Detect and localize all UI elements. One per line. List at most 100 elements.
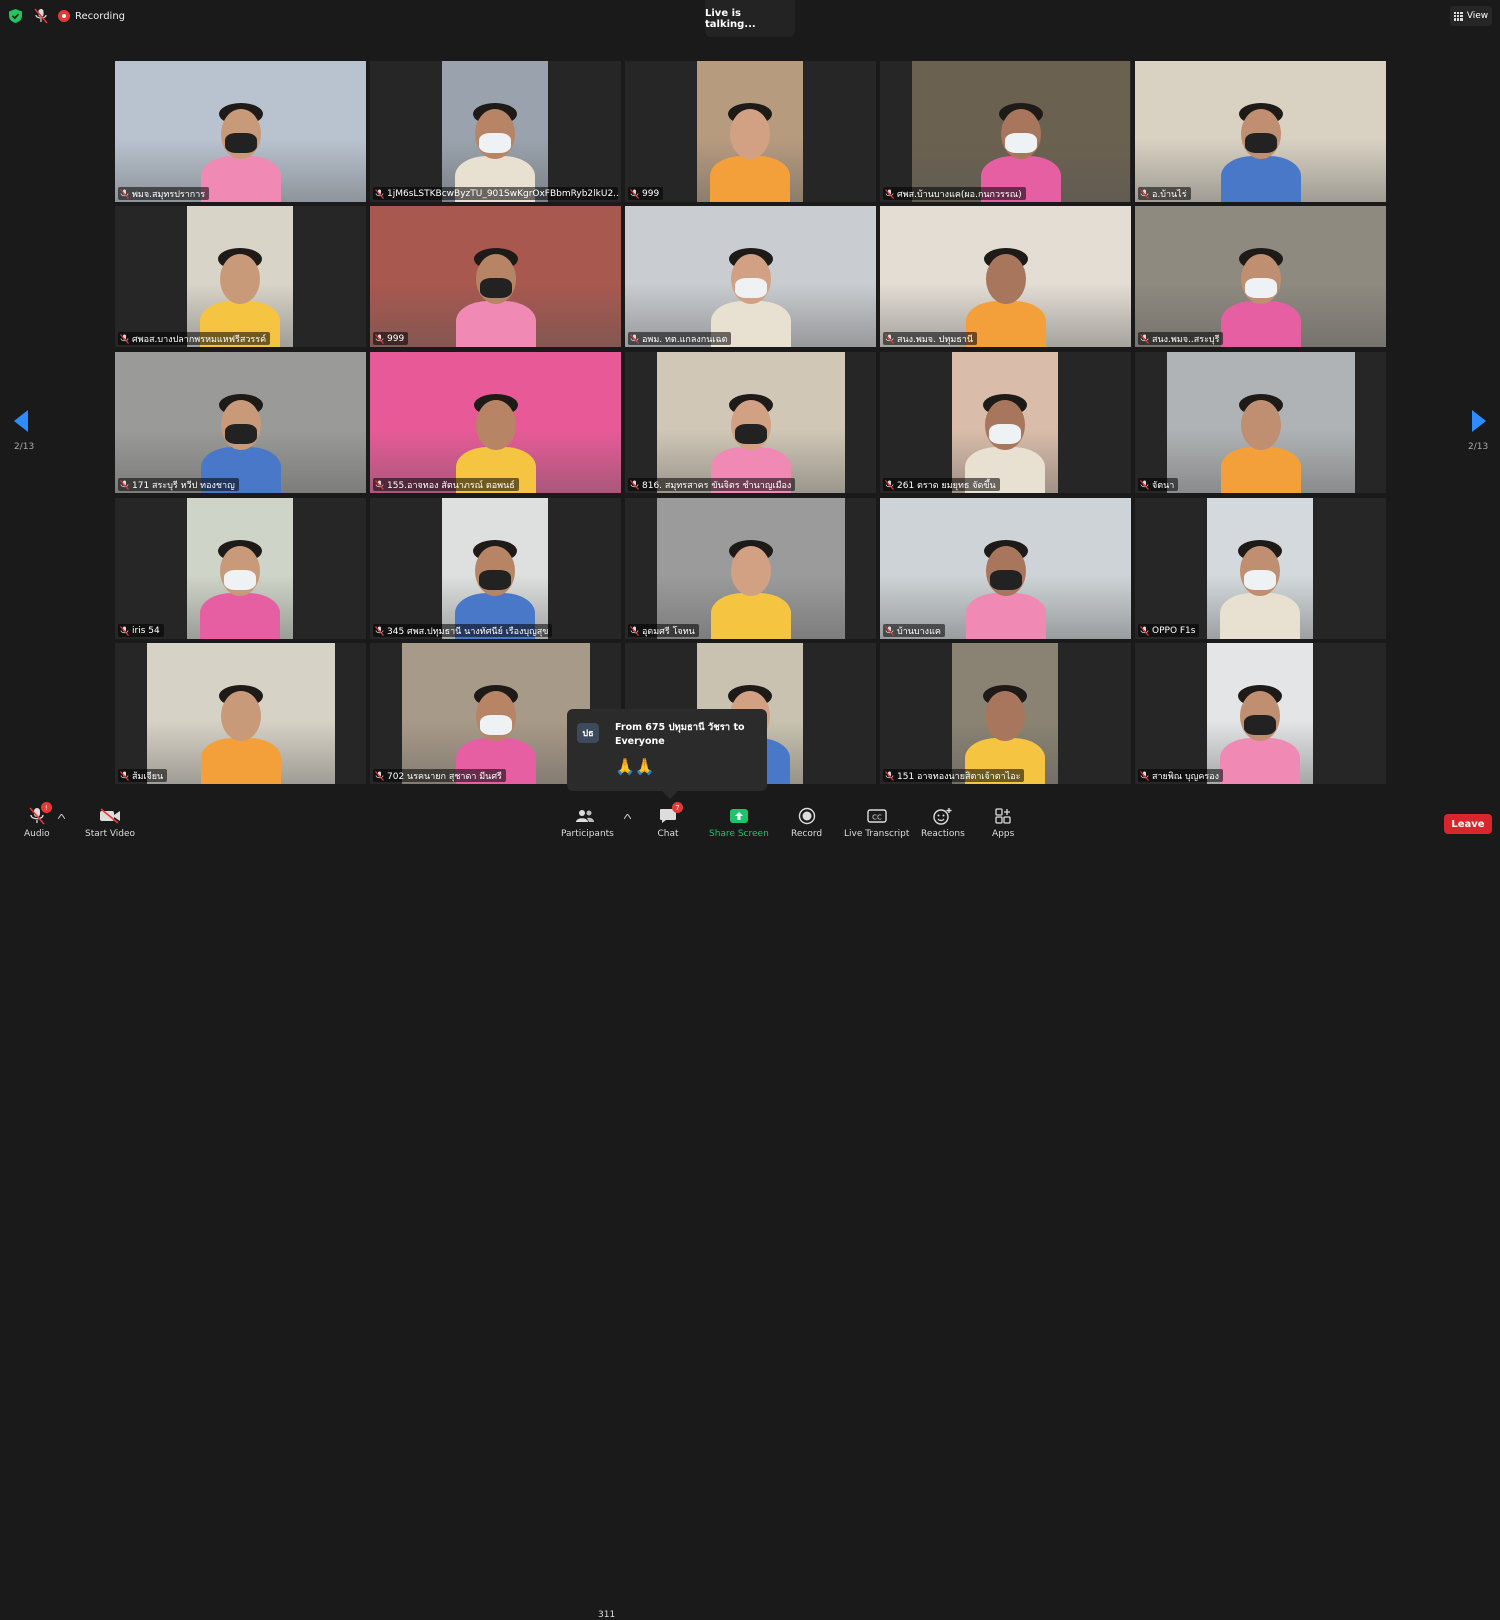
popup-tail — [662, 791, 678, 799]
participant-figure — [965, 246, 1046, 347]
record-button[interactable]: Record — [791, 806, 822, 839]
live-transcript-button[interactable]: CC Live Transcript — [844, 806, 909, 839]
participant-figure — [1220, 538, 1300, 639]
video-tile[interactable]: สนง.พมจ..สระบุรี — [1135, 206, 1386, 347]
video-tile[interactable]: 171 สระบุรี หวีป ทองชาญ — [115, 352, 366, 493]
start-video-label: Start Video — [85, 829, 136, 839]
participant-name-tag: ศพอส.บางปลากพรหมแหฟรีสวรรค์ — [118, 332, 271, 345]
video-tile[interactable]: 1jM6sLSTKBcwByzTU_901SwKgrOxFBbmRyb2lkU2… — [370, 61, 621, 202]
muted-mic-icon — [885, 770, 894, 781]
video-tile[interactable]: สนง.พมจ. ปทุมธานี — [880, 206, 1131, 347]
chat-label: Chat — [657, 829, 679, 839]
participant-name-tag: ส้มเจียน — [118, 769, 168, 782]
audio-alert-badge: ! — [40, 802, 52, 813]
video-tile[interactable]: ส้มเจียน — [115, 643, 366, 784]
participant-name-tag: 1jM6sLSTKBcwByzTU_901SwKgrOxFBbmRyb2lkU2… — [373, 187, 618, 200]
video-tile[interactable]: iris 54 — [115, 498, 366, 639]
participant-name: สนง.พมจ. ปทุมธานี — [897, 334, 974, 345]
muted-mic-icon — [1140, 479, 1149, 490]
muted-mic-icon — [630, 479, 639, 490]
video-tile[interactable]: 999 — [370, 206, 621, 347]
video-tile[interactable]: จัตนา — [1135, 352, 1386, 493]
participant-name-tag: 816. สมุทรสาคร ขันจิตร ชำนาญเมือง — [628, 478, 796, 491]
muted-mic-icon — [1140, 770, 1149, 781]
meeting-toolbar: ! Audio Start Video Participants 311 7 C… — [0, 800, 1500, 1620]
participant-name-tag: ศพส.บ้านบางแค(ผอ.กนกวรรณ) — [883, 187, 1026, 200]
svg-text:CC: CC — [872, 814, 882, 822]
video-tile[interactable]: อุดมศรี โจทน — [625, 498, 876, 639]
participants-button[interactable]: Participants — [561, 806, 614, 839]
start-video-button[interactable]: Start Video — [85, 806, 135, 839]
record-icon — [796, 806, 818, 826]
muted-mic-icon — [630, 333, 639, 344]
participant-name-tag: อ.บ้านไร่ — [1138, 187, 1191, 200]
video-tile[interactable]: พมจ.สมุทรปราการ — [115, 61, 366, 202]
participant-figure — [1220, 246, 1301, 347]
video-tile[interactable]: OPPO F1s — [1135, 498, 1386, 639]
muted-mic-icon — [375, 188, 384, 199]
muted-mic-icon — [375, 479, 384, 490]
participants-options-caret-icon[interactable] — [624, 814, 631, 819]
video-tile[interactable]: อ.บ้านไร่ — [1135, 61, 1386, 202]
record-label: Record — [791, 829, 823, 839]
participant-name-tag: 151 อาจทองนายสิตาเจ้าตาไอะ — [883, 769, 1025, 782]
video-tile[interactable]: ศพอส.บางปลากพรหมแหฟรีสวรรค์ — [115, 206, 366, 347]
muted-mic-icon[interactable] — [34, 8, 48, 24]
muted-mic-icon — [630, 188, 639, 199]
chat-unread-badge: 7 — [672, 802, 683, 813]
participants-icon — [562, 806, 612, 826]
participant-name: สนง.พมจ..สระบุรี — [1152, 334, 1220, 345]
video-tile[interactable]: 816. สมุทรสาคร ขันจิตร ชำนาญเมือง — [625, 352, 876, 493]
participant-figure — [455, 246, 536, 347]
recording-indicator[interactable]: Recording — [58, 7, 125, 25]
audio-button[interactable]: ! Audio — [24, 802, 52, 839]
video-tile[interactable]: 261 ตราด ยมยุทธ จัดขึ้น — [880, 352, 1131, 493]
muted-mic-icon — [375, 625, 384, 636]
muted-mic-icon — [1140, 333, 1149, 344]
muted-mic-icon — [120, 188, 129, 199]
participant-name-tag: 261 ตราด ยมยุทธ จัดขึ้น — [883, 478, 1000, 491]
participant-figure — [200, 101, 281, 202]
participant-name: OPPO F1s — [1152, 625, 1196, 636]
chat-notification[interactable]: ปธ From 675 ปทุมธานี วัชรา to Everyone 🙏… — [567, 709, 767, 799]
participant-name: สายพิณ บุญครอง — [1152, 771, 1219, 782]
video-tile[interactable]: 155.อาจทอง สัตนาภรณ์ ตอพนธ์ — [370, 352, 621, 493]
chat-button[interactable]: 7 Chat — [657, 802, 683, 839]
video-tile[interactable]: 999 — [625, 61, 876, 202]
participant-name-tag: 155.อาจทอง สัตนาภรณ์ ตอพนธ์ — [373, 478, 519, 491]
apps-button[interactable]: Apps — [992, 806, 1014, 839]
share-screen-button[interactable]: Share Screen — [709, 806, 769, 839]
audio-options-caret-icon[interactable] — [58, 814, 65, 819]
video-tile[interactable]: สายพิณ บุญครอง — [1135, 643, 1386, 784]
muted-mic-icon — [120, 479, 129, 490]
participant-name-tag: สนง.พมจ..สระบุรี — [1138, 332, 1224, 345]
view-label: View — [1466, 11, 1489, 21]
reactions-button[interactable]: Reactions — [921, 806, 965, 839]
leave-button[interactable]: Leave — [1444, 814, 1492, 834]
participant-name: 999 — [387, 333, 405, 344]
video-tile[interactable]: ศพส.บ้านบางแค(ผอ.กนกวรรณ) — [880, 61, 1131, 202]
video-tile[interactable]: 345 ศพส.ปทุมธานี นางทัศนีย์ เรืองบุญสุข — [370, 498, 621, 639]
security-shield-icon[interactable] — [9, 9, 22, 23]
record-dot-icon — [58, 10, 70, 22]
view-button[interactable]: View — [1450, 6, 1492, 26]
participant-name: บ้านบางแค — [897, 626, 941, 637]
participant-figure — [1221, 392, 1301, 493]
muted-mic-icon — [120, 770, 129, 781]
participant-name-tag: สายพิณ บุญครอง — [1138, 769, 1223, 782]
participant-name-tag: อพม. ทต.แกลงกนเฉต — [628, 332, 732, 345]
participant-name: 151 อาจทองนายสิตาเจ้าตาไอะ — [897, 771, 1021, 782]
next-page-arrow-icon[interactable] — [1472, 410, 1486, 432]
video-tile[interactable]: 151 อาจทองนายสิตาเจ้าตาไอะ — [880, 643, 1131, 784]
participant-name-tag: 999 — [628, 187, 664, 200]
participants-label: Participants — [561, 829, 614, 839]
participant-count: 311 — [598, 1610, 616, 1620]
video-tile[interactable]: บ้านบางแค — [880, 498, 1131, 639]
video-tile[interactable]: อพม. ทต.แกลงกนเฉต — [625, 206, 876, 347]
participant-figure — [711, 538, 791, 639]
participant-name: 155.อาจทอง สัตนาภรณ์ ตอพนธ์ — [387, 480, 515, 491]
participant-figure — [201, 683, 281, 784]
muted-mic-icon — [885, 188, 894, 199]
muted-mic-icon — [375, 333, 384, 344]
previous-page-arrow-icon[interactable] — [14, 410, 28, 432]
